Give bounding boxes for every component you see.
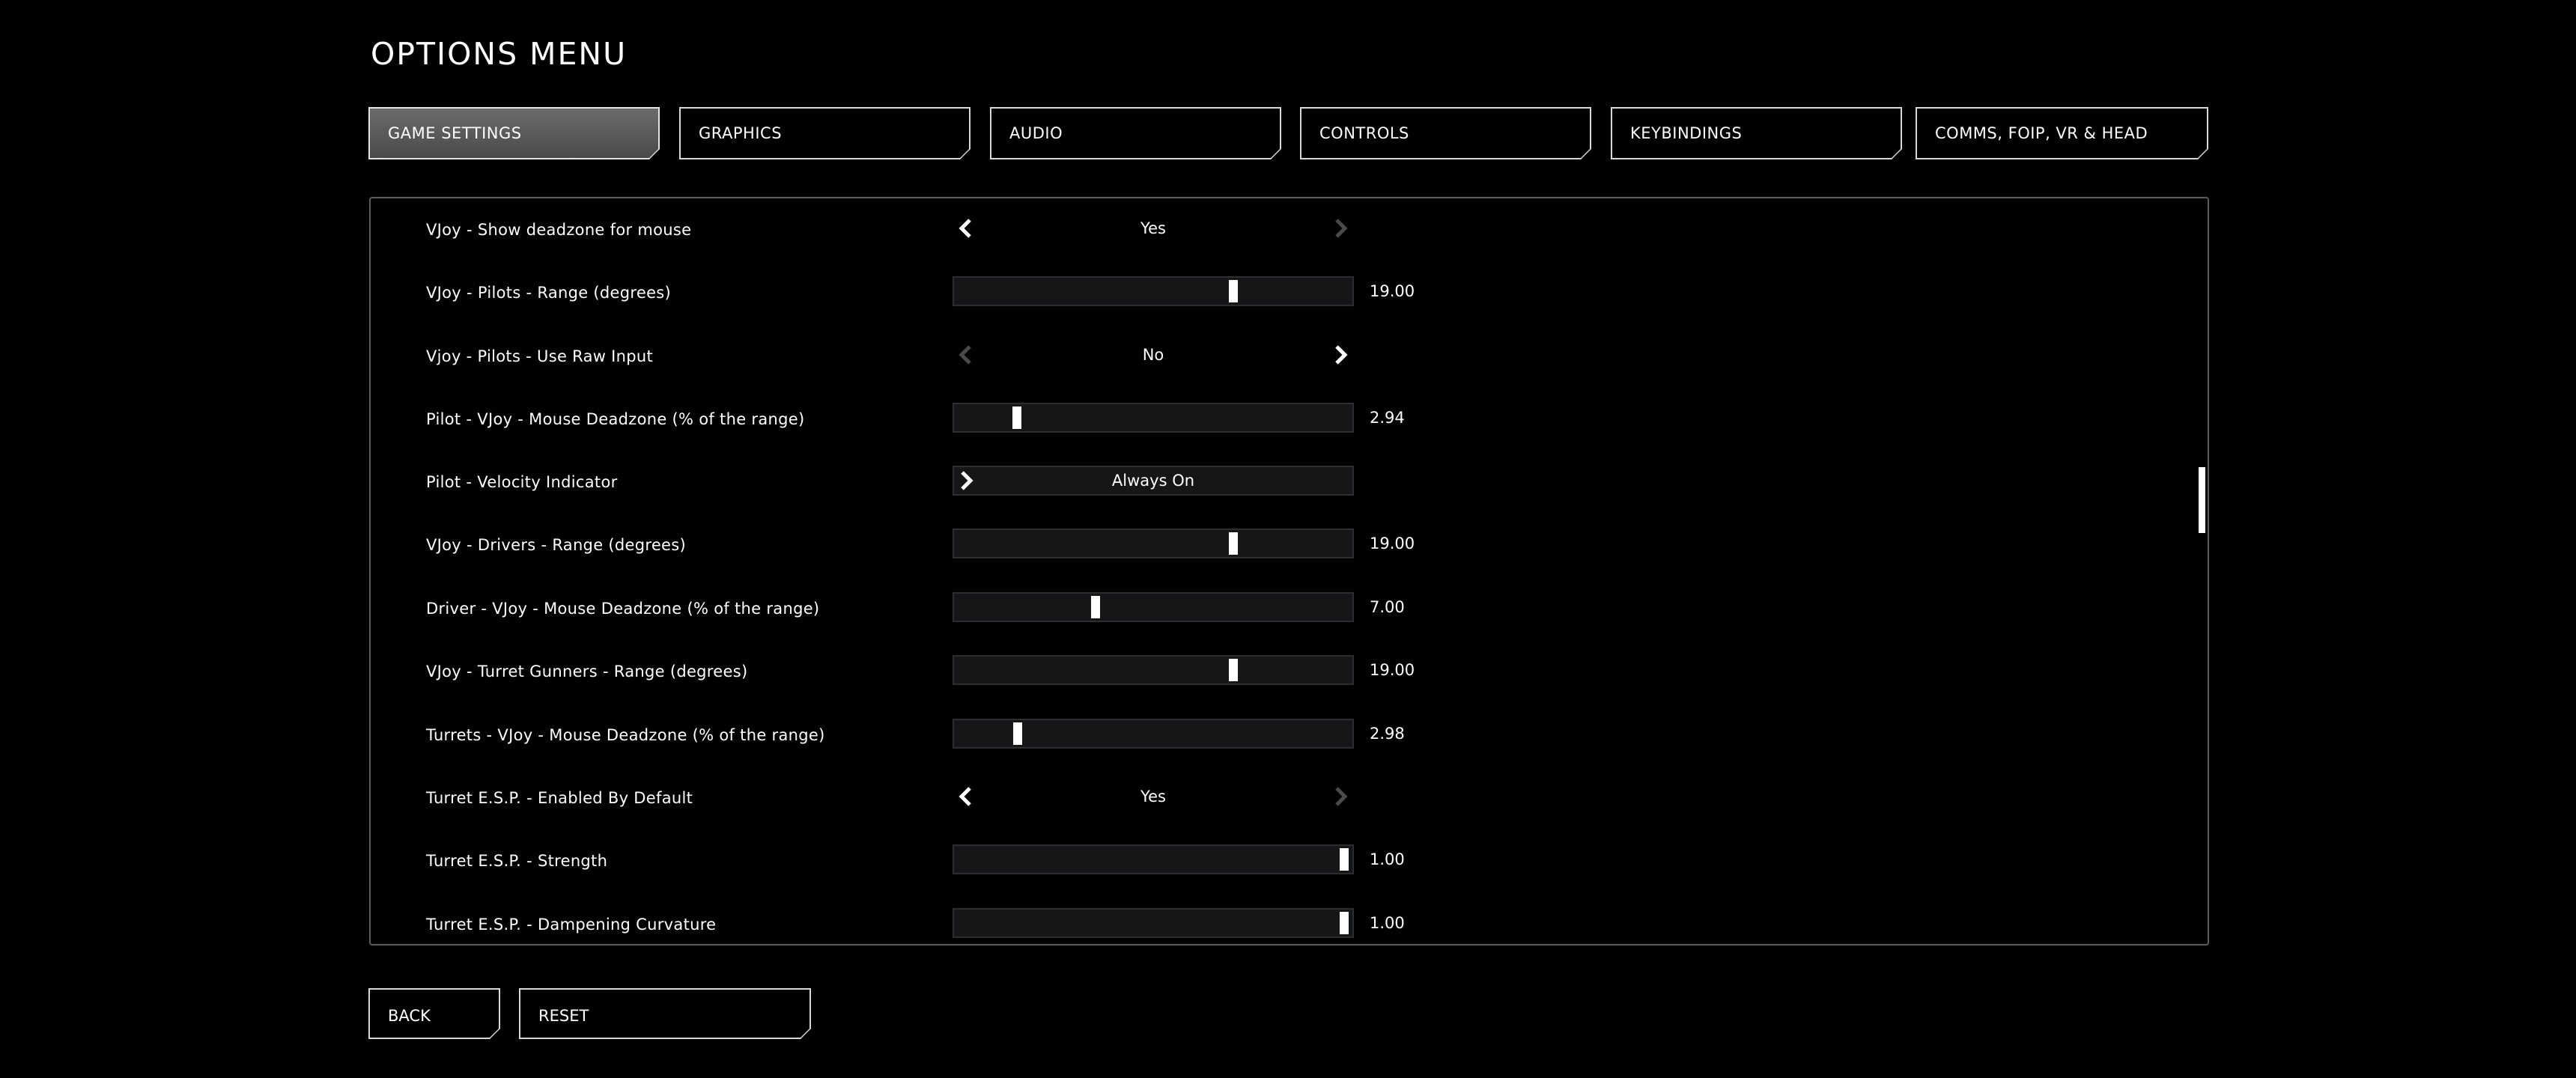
setting-row-vjoy-pilots-range: VJoy - Pilots - Range (degrees) 19.00 [371, 261, 2208, 324]
setting-label: Driver - VJoy - Mouse Deadzone (% of the… [426, 600, 820, 618]
slider: 19.00 [953, 529, 1415, 561]
tab-graphics[interactable]: GRAPHICS [679, 107, 970, 159]
slider-value: 7.00 [1370, 598, 1405, 616]
options-screen: OPTIONS MENU GAME SETTINGS GRAPHICS AUDI… [0, 0, 2576, 1078]
back-button[interactable]: BACK [368, 988, 500, 1039]
setting-row-pilot-velocity-indicator: Pilot - Velocity Indicator Always On [371, 451, 2208, 514]
tab-label: GRAPHICS [699, 124, 783, 142]
tab-game-settings[interactable]: GAME SETTINGS [368, 107, 660, 159]
tab-comms-foip-vr-head-tracking[interactable]: COMMS, FOIP, VR & HEAD TRACKING [1916, 107, 2208, 159]
setting-row-driver-mouse-deadzone: Driver - VJoy - Mouse Deadzone (% of the… [371, 577, 2208, 640]
slider-track[interactable] [953, 592, 1354, 622]
reset-button[interactable]: RESET [519, 988, 811, 1039]
slider-handle[interactable] [1013, 722, 1022, 745]
setting-label: Pilot - VJoy - Mouse Deadzone (% of the … [426, 410, 805, 428]
slider-value: 19.00 [1370, 661, 1415, 679]
setting-row-turret-esp-strength: Turret E.S.P. - Strength 1.00 [371, 829, 2208, 892]
settings-panel[interactable]: VJoy - Show deadzone for mouse Yes VJoy … [369, 197, 2209, 945]
setting-label: VJoy - Turret Gunners - Range (degrees) [426, 663, 748, 680]
setting-label: Turret E.S.P. - Enabled By Default [426, 789, 693, 807]
tab-label: CONTROLS [1319, 124, 1409, 142]
slider: 1.00 [953, 844, 1405, 877]
reset-button-label: RESET [538, 1007, 589, 1025]
slider-handle[interactable] [1012, 406, 1021, 429]
slider-handle[interactable] [1229, 280, 1238, 302]
slider-value: 2.94 [1370, 409, 1405, 427]
slider: 2.94 [953, 403, 1405, 436]
setting-row-vjoy-show-deadzone: VJoy - Show deadzone for mouse Yes [371, 198, 2208, 261]
slider: 19.00 [953, 276, 1415, 309]
setting-row-turret-esp-dampening: Turret E.S.P. - Dampening Curvature 1.00 [371, 893, 2208, 944]
setting-label: Turret E.S.P. - Dampening Curvature [426, 916, 717, 934]
slider-value: 19.00 [1370, 282, 1415, 300]
tab-controls[interactable]: CONTROLS [1300, 107, 1591, 159]
setting-label: Pilot - Velocity Indicator [426, 473, 618, 491]
page-title: OPTIONS MENU [371, 36, 628, 72]
setting-label: Turrets - VJoy - Mouse Deadzone (% of th… [426, 726, 825, 744]
scrollbar-thumb[interactable] [2199, 467, 2205, 533]
setting-row-turrets-mouse-deadzone: Turrets - VJoy - Mouse Deadzone (% of th… [371, 704, 2208, 767]
option-selector: Yes [953, 213, 1354, 246]
slider-handle[interactable] [1229, 659, 1238, 681]
slider-track[interactable] [953, 276, 1354, 306]
slider-handle[interactable] [1091, 596, 1100, 618]
dropdown-value: Always On [1111, 472, 1195, 490]
chevron-right-icon[interactable] [1328, 216, 1352, 240]
setting-label: Vjoy - Pilots - Use Raw Input [426, 347, 654, 365]
chevron-right-icon[interactable] [1328, 785, 1352, 808]
option-value: Yes [1140, 788, 1166, 806]
slider-track[interactable] [953, 655, 1354, 685]
setting-row-vjoy-turret-gunners-range: VJoy - Turret Gunners - Range (degrees) … [371, 640, 2208, 703]
tab-audio[interactable]: AUDIO [990, 107, 1281, 159]
setting-label: VJoy - Drivers - Range (degrees) [426, 536, 687, 554]
tab-keybindings[interactable]: KEYBINDINGS [1611, 107, 1902, 159]
slider-value: 19.00 [1370, 535, 1415, 552]
slider-value: 1.00 [1370, 850, 1405, 868]
slider-track[interactable] [953, 529, 1354, 558]
setting-row-vjoy-drivers-range: VJoy - Drivers - Range (degrees) 19.00 [371, 514, 2208, 576]
tab-label: AUDIO [1009, 124, 1063, 142]
slider: 19.00 [953, 655, 1415, 688]
slider: 1.00 [953, 908, 1405, 941]
option-value: No [1142, 346, 1164, 364]
tab-label: COMMS, FOIP, VR & HEAD TRACKING [1935, 124, 2148, 192]
slider-handle[interactable] [1229, 532, 1238, 555]
dropdown[interactable]: Always On [953, 466, 1354, 499]
setting-row-vjoy-pilots-raw-input: Vjoy - Pilots - Use Raw Input No [371, 325, 2208, 388]
setting-label: VJoy - Show deadzone for mouse [426, 221, 692, 239]
tab-label: GAME SETTINGS [388, 124, 522, 142]
setting-label: Turret E.S.P. - Strength [426, 852, 608, 870]
slider-track[interactable] [953, 844, 1354, 874]
slider-handle[interactable] [1340, 848, 1349, 871]
slider: 7.00 [953, 592, 1405, 625]
slider-value: 2.98 [1370, 725, 1405, 743]
slider-handle[interactable] [1340, 912, 1349, 934]
slider: 2.98 [953, 719, 1405, 752]
option-value: Yes [1140, 219, 1166, 237]
chevron-right-icon[interactable] [1328, 343, 1352, 367]
setting-label: VJoy - Pilots - Range (degrees) [426, 284, 672, 302]
setting-row-pilot-mouse-deadzone: Pilot - VJoy - Mouse Deadzone (% of the … [371, 388, 2208, 451]
back-button-label: BACK [388, 1007, 431, 1025]
slider-value: 1.00 [1370, 914, 1405, 932]
setting-row-turret-esp-enabled: Turret E.S.P. - Enabled By Default Yes [371, 767, 2208, 829]
option-selector: No [953, 340, 1354, 373]
tab-label: KEYBINDINGS [1630, 124, 1743, 142]
slider-track[interactable] [953, 908, 1354, 938]
option-selector: Yes [953, 782, 1354, 814]
